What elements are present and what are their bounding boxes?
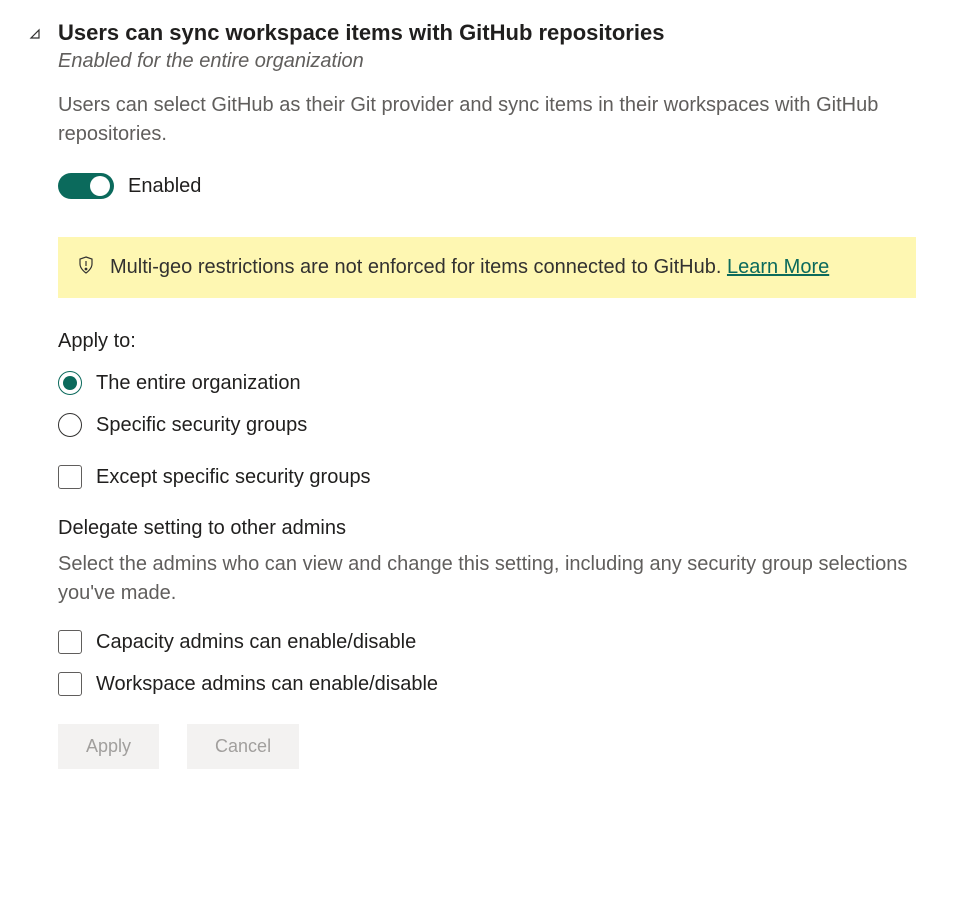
workspace-admins-checkbox[interactable]: Workspace admins can enable/disable [58,672,916,696]
apply-to-radio-group: The entire organization Specific securit… [58,371,916,437]
collapse-triangle-icon[interactable] [28,28,44,44]
radio-specific-groups[interactable]: Specific security groups [58,413,916,437]
delegate-heading: Delegate setting to other admins [58,517,916,540]
warning-text: Multi-geo restrictions are not enforced … [110,253,829,282]
setting-description: Users can select GitHub as their Git pro… [58,91,916,149]
learn-more-link[interactable]: Learn More [727,256,829,278]
except-groups-checkbox[interactable]: Except specific security groups [58,465,916,489]
toggle-row: Enabled [58,173,916,199]
setting-title: Users can sync workspace items with GitH… [58,20,916,46]
radio-entire-org[interactable]: The entire organization [58,371,916,395]
delegate-section: Delegate setting to other admins Select … [58,517,916,696]
capacity-admins-checkbox[interactable]: Capacity admins can enable/disable [58,630,916,654]
checkbox-box-icon [58,465,82,489]
delegate-description: Select the admins who can view and chang… [58,550,916,608]
warning-banner: Multi-geo restrictions are not enforced … [58,237,916,298]
apply-button[interactable]: Apply [58,724,159,769]
checkbox-label: Capacity admins can enable/disable [96,631,416,654]
button-row: Apply Cancel [58,724,916,769]
shield-warning-icon [76,255,96,275]
scope-text: Enabled for the entire organization [58,50,916,73]
enabled-toggle[interactable] [58,173,114,199]
warning-message: Multi-geo restrictions are not enforced … [110,256,727,278]
radio-label: The entire organization [96,372,301,395]
checkbox-label: Workspace admins can enable/disable [96,673,438,696]
radio-label: Specific security groups [96,414,307,437]
checkbox-box-icon [58,630,82,654]
radio-circle-icon [58,371,82,395]
radio-circle-icon [58,413,82,437]
checkbox-box-icon [58,672,82,696]
checkbox-label: Except specific security groups [96,466,371,489]
setting-row: Users can sync workspace items with GitH… [28,20,916,769]
cancel-button[interactable]: Cancel [187,724,299,769]
setting-content: Users can sync workspace items with GitH… [58,20,916,769]
apply-to-heading: Apply to: [58,330,916,353]
toggle-label: Enabled [128,175,201,198]
